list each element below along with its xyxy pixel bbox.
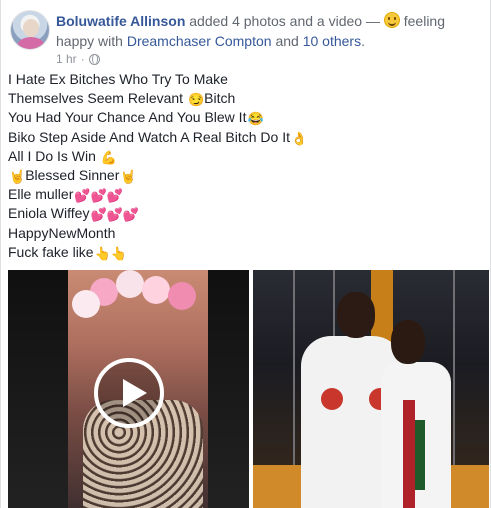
text-line: Fuck fake like👆👆 <box>8 243 484 262</box>
action-text: added 4 photos and a video — <box>189 13 380 29</box>
line-text-after: Bitch <box>204 90 236 107</box>
feeling-happy-icon <box>383 12 400 28</box>
dress-stripe <box>415 420 425 490</box>
text-line: You Had Your Chance And You Blew It😂 <box>8 108 484 127</box>
dress-stripe <box>403 400 415 508</box>
flexed-biceps-emoji: 💪 <box>100 149 117 165</box>
feed-post: Boluwatife Allinson added 4 photos and a… <box>0 0 491 508</box>
shirt-print <box>321 388 343 410</box>
post-headline: Boluwatife Allinson added 4 photos and a… <box>56 11 486 51</box>
avatar-face <box>23 19 39 37</box>
text-line: HappyNewMonth <box>8 224 484 243</box>
video-thumbnail[interactable] <box>8 270 249 508</box>
post-header: Boluwatife Allinson added 4 photos and a… <box>7 5 487 66</box>
line-text: Elle muller <box>8 186 74 203</box>
text-line: I Hate Ex Bitches Who Try To Make <box>8 70 484 89</box>
flower <box>168 282 196 310</box>
others-link[interactable]: 10 others <box>303 33 361 49</box>
horns-emoji: 🤘 <box>120 168 137 184</box>
flower <box>116 270 144 298</box>
text-line: Elle muller💕💕💕 <box>8 185 484 204</box>
author-avatar[interactable] <box>10 10 50 50</box>
play-icon[interactable] <box>94 358 164 428</box>
window-frame <box>293 270 295 470</box>
line-text: I Hate Ex Bitches Who Try To Make <box>8 71 228 87</box>
photo-thumbnail[interactable] <box>253 270 489 508</box>
meta-separator: · <box>80 52 85 66</box>
woman-head <box>391 320 425 364</box>
flower <box>142 276 170 304</box>
line-text: You Had Your Chance And You Blew It <box>8 109 247 126</box>
text-line: Eniola Wiffey💕💕💕 <box>8 204 484 223</box>
line-text: Biko Step Aside And Watch A Real Bitch D… <box>8 128 290 145</box>
and-text: and <box>275 33 299 49</box>
timestamp-link[interactable]: 1 hr <box>56 52 77 66</box>
headline-period: . <box>361 33 365 49</box>
tagged-person-link[interactable]: Dreamchaser Compton <box>127 33 272 49</box>
line-text: HappyNewMonth <box>8 224 116 241</box>
line-text: Themselves Seem Relevant <box>8 90 187 107</box>
text-line: Themselves Seem Relevant 😏Bitch <box>8 89 484 108</box>
post-meta: 1 hr · <box>56 52 100 66</box>
line-text: Fuck fake like <box>8 243 94 260</box>
avatar-body <box>17 37 45 49</box>
man-head <box>337 292 375 338</box>
line-text: Eniola Wiffey <box>8 205 90 222</box>
flower-crown-filter <box>68 270 208 330</box>
pointing-up-emoji: 👆👆 <box>94 245 127 261</box>
window-frame <box>453 270 455 470</box>
line-text: Blessed Sinner <box>25 166 120 183</box>
hearts-emoji: 💕💕💕 <box>90 207 140 223</box>
smirk-emoji: 😏 <box>187 92 205 108</box>
globe-icon[interactable] <box>88 53 100 65</box>
flower <box>72 290 100 318</box>
ok-hand-emoji: 👌 <box>290 130 308 146</box>
laughing-emoji: 😂 <box>247 111 264 127</box>
post-text: I Hate Ex Bitches Who Try To Make Themse… <box>8 70 484 262</box>
text-line: Biko Step Aside And Watch A Real Bitch D… <box>8 128 484 147</box>
author-name-link[interactable]: Boluwatife Allinson <box>56 13 185 29</box>
text-line: All I Do Is Win 💪 <box>8 147 484 166</box>
line-text: All I Do Is Win <box>8 147 100 164</box>
text-line: 🤘Blessed Sinner🤘 <box>8 166 484 185</box>
horns-emoji: 🤘 <box>9 168 26 184</box>
hearts-emoji: 💕💕💕 <box>74 188 123 204</box>
